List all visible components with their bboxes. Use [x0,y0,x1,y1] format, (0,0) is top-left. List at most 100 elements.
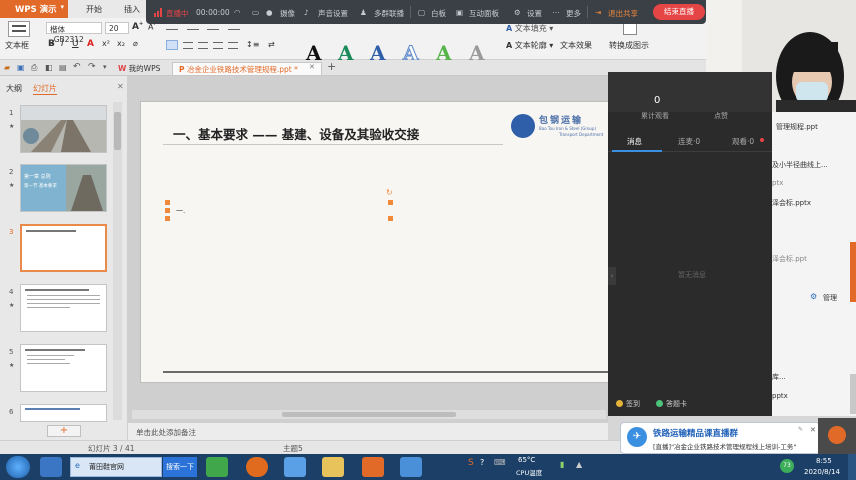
file-item[interactable]: 及小半径曲线上... [772,160,828,170]
font-grow-icon[interactable]: A+ [132,21,143,32]
print-icon[interactable]: ⎙ [31,63,37,73]
rotate-handle-icon[interactable]: ↻ [386,188,393,197]
bullet-text[interactable]: 一. [176,206,185,216]
start-button-icon[interactable] [6,456,30,478]
exit-share-icon[interactable]: ⇥ [595,8,601,17]
slide-thumbnail-5[interactable] [20,344,107,392]
line-spacing-icon[interactable]: ↕≡ [246,40,259,49]
redo-icon[interactable]: ↷ [88,62,96,72]
subscript-icon[interactable]: x₂ [117,39,125,48]
resize-handle[interactable] [388,200,393,205]
justify-icon[interactable] [213,42,223,49]
close-icon[interactable]: ✕ [810,426,816,434]
tab-outline[interactable]: 大纲 [6,83,22,94]
text-outline-button[interactable]: A 文本轮廓 ▾ [506,40,553,51]
quick-access-dropdown-icon[interactable]: ▾ [103,63,107,71]
tab-watching[interactable]: 观看·0 [732,136,754,147]
add-slide-button[interactable]: + [47,425,81,437]
export-icon[interactable]: ▤ [59,63,67,72]
group-notification-popup[interactable]: ✈ 铁路运输精品课直播群 [直播]"冶金企业铁路技术管理规程线上培训-工务" ✎… [620,422,820,454]
file-item[interactable]: 泽会标.pptx [772,198,811,208]
notes-placeholder[interactable]: 单击此处添加备注 [136,427,196,438]
answer-card-button[interactable]: 答题卡 [666,399,687,409]
tab-messages[interactable]: 消息 [627,136,642,147]
menu-home[interactable]: 开始 [86,4,102,15]
resize-handle[interactable] [165,208,170,213]
side-scroll-handle[interactable] [850,374,856,414]
undo-icon[interactable]: ↶ [73,62,81,72]
exit-share-button[interactable]: 退出共享 [608,8,638,19]
tray-help-icon[interactable]: ? [480,458,484,467]
clock-time[interactable]: 8:55 [816,457,832,465]
taskbar-browser-window[interactable]: e 莆田鞋官网 [70,457,162,477]
canvas-horizontal-scrollbar[interactable] [132,410,606,419]
menu-insert[interactable]: 插入 [124,4,140,15]
tray-battery-icon[interactable]: ▮ [560,460,564,469]
show-desktop-button[interactable] [848,454,856,480]
tab-link-mic[interactable]: 连麦·0 [678,136,700,147]
screen-record-icon[interactable] [400,457,422,477]
multi-group-button[interactable]: 多群联播 [374,8,404,19]
end-live-button[interactable]: 结束直播 [653,4,705,20]
whiteboard-button[interactable]: 白板 [431,8,446,19]
wps-presentation-icon[interactable] [362,457,384,477]
tab-document[interactable]: P 冶金企业铁路技术管理规程.ppt * [172,62,322,75]
preview-icon[interactable]: ◧ [45,63,53,72]
text-fill-button[interactable]: A 文本填充 ▾ [506,23,553,34]
new-tab-icon[interactable]: + [327,60,336,73]
current-slide[interactable]: 一、基本要求 —— 基建、设备及其验收交接 包钢运输 Bao Tou Iron … [140,101,610,383]
slide-thumbnail-1[interactable] [20,105,107,153]
whiteboard-icon[interactable]: ▢ [418,8,425,17]
tray-keyboard-icon[interactable]: ⌨ [494,458,506,467]
resize-handle[interactable] [165,200,170,205]
interactive-panel-button[interactable]: 互动面板 [469,8,499,19]
textbox-button[interactable]: 文本框 [5,40,29,51]
convert-diagram-button[interactable]: 转换成图示 [609,40,649,51]
settings-button[interactable]: 设置 [527,8,542,19]
sogou-ime-icon[interactable]: S [468,458,474,468]
file-item[interactable]: 管理规程.ppt [776,122,818,132]
resize-handle[interactable] [388,216,393,221]
underline-icon[interactable]: U [72,39,79,49]
font-size-select[interactable]: 20 [105,22,129,34]
slide-thumbnail-6[interactable] [20,404,107,422]
align-left-icon[interactable] [166,40,178,50]
tray-badge[interactable]: 73 [780,459,794,473]
camera-icon[interactable]: ● [266,8,273,17]
pin-icon[interactable]: ✎ [798,426,803,433]
save-icon[interactable]: ▣ [17,63,25,72]
text-effect-button[interactable]: 文本效果 [560,40,592,51]
distribute-icon[interactable] [228,42,238,49]
textbox-icon[interactable] [8,21,30,37]
media-player-icon[interactable] [206,457,228,477]
search-button[interactable]: 搜索一下 [163,457,197,477]
resize-handle[interactable] [165,216,170,221]
superscript-icon[interactable]: x² [102,39,110,48]
clock-date[interactable]: 2020/8/14 [804,468,840,476]
bold-icon[interactable]: B [48,39,55,49]
font-color-icon[interactable]: A [87,39,94,49]
folder-icon[interactable] [322,457,344,477]
panel-icon[interactable]: ▣ [456,8,463,17]
slide-title[interactable]: 一、基本要求 —— 基建、设备及其验收交接 [173,124,419,143]
align-right-icon[interactable] [198,42,208,49]
sound-icon[interactable]: ♪ [304,8,309,17]
group-icon[interactable]: ♟ [360,8,367,17]
tray-network-icon[interactable]: ▲ [576,460,582,469]
file-item[interactable]: ptx [772,179,783,187]
italic-icon[interactable]: I [61,39,64,49]
content-textbox[interactable]: ↻ 一. [165,188,393,221]
camera-button[interactable]: 摄像 [280,8,295,19]
app-menu-button[interactable]: WPS 演示 ▾ [0,0,68,18]
open-folder-icon[interactable]: ▰ [4,63,10,72]
collapse-panel-icon[interactable]: ‹ [608,267,616,285]
align-center-icon[interactable] [183,42,193,49]
more-icon[interactable]: ⋯ [552,8,560,17]
ie-icon[interactable] [40,457,62,477]
screen-icon[interactable]: ▭ [252,8,259,17]
thumbnail-scrollbar[interactable] [113,102,122,420]
signin-button[interactable]: 签到 [626,399,640,409]
firefox-icon[interactable] [246,457,268,477]
close-tab-icon[interactable]: ✕ [309,63,315,71]
tab-slides[interactable]: 幻灯片 [33,83,57,95]
